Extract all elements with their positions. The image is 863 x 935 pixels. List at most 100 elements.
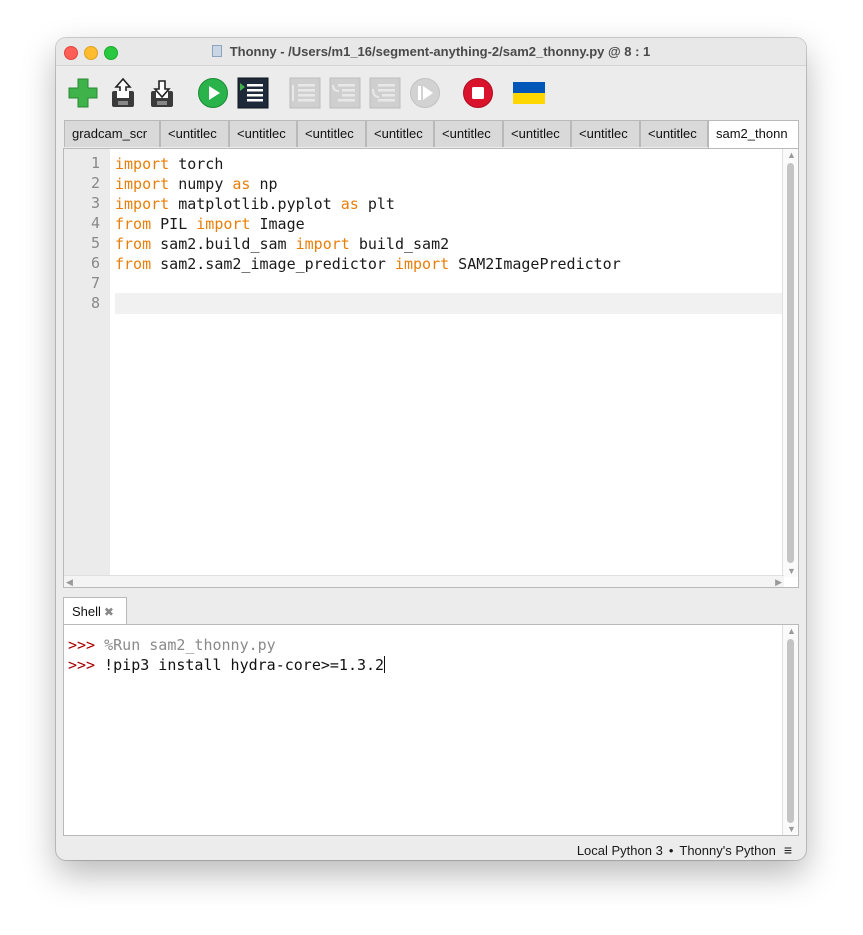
- code-token: sam2.build_sam: [151, 235, 296, 253]
- line-number: 5: [90, 234, 100, 252]
- step-over-icon: [289, 77, 321, 109]
- tab-untitled[interactable]: <untitlec: [297, 120, 366, 147]
- editor-horizontal-scrollbar[interactable]: ◀ ▶: [64, 575, 784, 587]
- code-keyword: from: [115, 255, 152, 273]
- editor-scroll-thumb[interactable]: [787, 163, 794, 563]
- shell-console[interactable]: >>> %Run sam2_thonny.py >>> !pip3 instal…: [63, 624, 799, 836]
- code-keyword: from: [115, 215, 152, 233]
- editor-vertical-scrollbar[interactable]: ▲ ▼: [782, 149, 798, 577]
- code-line: import torch: [115, 154, 223, 174]
- step-into-button[interactable]: [328, 76, 362, 110]
- open-icon: [112, 77, 134, 107]
- save-file-button[interactable]: [145, 76, 179, 110]
- code-editor[interactable]: 1 2 3 4 5 6 7 8 import torch import numpy…: [63, 148, 799, 588]
- code-token: numpy: [169, 175, 233, 193]
- code-keyword: as: [232, 175, 251, 193]
- text-cursor: [384, 656, 386, 673]
- interpreter-label[interactable]: Local Python 3: [577, 843, 663, 858]
- scroll-left-arrow-icon[interactable]: ◀: [66, 577, 73, 587]
- title-bar: Thonny - /Users/m1_16/segment-anything-2…: [56, 38, 806, 66]
- code-line: import matplotlib.pyplot as plt: [115, 194, 395, 214]
- tab-untitled[interactable]: <untitlec: [503, 120, 571, 147]
- tab-untitled[interactable]: <untitlec: [160, 120, 229, 147]
- line-number: 1: [90, 154, 100, 172]
- editor-tabs: gradcam_scr <untitlec <untitlec <untitle…: [64, 120, 799, 149]
- debug-button[interactable]: [236, 76, 270, 110]
- status-bar: Local Python 3 • Thonny's Python ≡: [577, 842, 792, 858]
- code-token: torch: [169, 155, 224, 173]
- line-number: 7: [90, 274, 100, 292]
- tab-gradcam[interactable]: gradcam_scr: [64, 120, 160, 147]
- line-number-gutter: 1 2 3 4 5 6 7 8: [64, 149, 110, 577]
- new-file-button[interactable]: [66, 76, 100, 110]
- save-icon: [151, 80, 173, 107]
- tab-untitled[interactable]: <untitlec: [434, 120, 503, 147]
- shell-line: >>> !pip3 install hydra-core>=1.3.2: [68, 655, 386, 675]
- line-number: 6: [90, 254, 100, 272]
- status-separator: •: [668, 843, 674, 858]
- toolbar: [56, 66, 806, 118]
- code-keyword: import: [115, 195, 170, 213]
- play-icon: [198, 78, 228, 108]
- code-token: sam2.sam2_image_predictor: [151, 255, 395, 273]
- step-out-icon: [369, 77, 401, 109]
- line-number: 8: [90, 294, 100, 312]
- tab-untitled[interactable]: <untitlec: [640, 120, 708, 147]
- code-token: PIL: [151, 215, 197, 233]
- code-keyword: import: [196, 215, 251, 233]
- tab-sam2-thonny[interactable]: sam2_thonn: [708, 120, 799, 149]
- scroll-right-arrow-icon[interactable]: ▶: [775, 577, 782, 587]
- code-keyword: as: [340, 195, 359, 213]
- code-keyword: import: [115, 155, 170, 173]
- document-icon: [211, 45, 222, 57]
- tab-untitled[interactable]: <untitlec: [571, 120, 640, 147]
- code-token: np: [250, 175, 278, 193]
- shell-scroll-thumb[interactable]: [787, 639, 794, 823]
- line-number: 2: [90, 174, 100, 192]
- code-keyword: import: [295, 235, 350, 253]
- code-token: Image: [250, 215, 305, 233]
- code-token: plt: [358, 195, 395, 213]
- step-over-button[interactable]: [288, 76, 322, 110]
- code-line: import numpy as np: [115, 174, 278, 194]
- code-line: from sam2.build_sam import build_sam2: [115, 234, 449, 254]
- ukraine-flag-icon: [513, 82, 545, 104]
- current-line-highlight: [115, 293, 783, 314]
- shell-run-command: %Run sam2_thonny.py: [104, 636, 276, 654]
- step-out-button[interactable]: [368, 76, 402, 110]
- code-line: from PIL import Image: [115, 214, 305, 234]
- code-token: matplotlib.pyplot: [169, 195, 341, 213]
- shell-prompt: >>>: [68, 636, 96, 654]
- code-token: SAM2ImagePredictor: [449, 255, 621, 273]
- stop-button[interactable]: [461, 76, 495, 110]
- shell-input[interactable]: !pip3 install hydra-core>=1.3.2: [104, 656, 384, 674]
- hamburger-menu-icon[interactable]: ≡: [784, 842, 792, 858]
- debug-icon: [237, 77, 269, 109]
- code-keyword: import: [115, 175, 170, 193]
- resume-button[interactable]: [408, 76, 442, 110]
- scroll-down-arrow-icon[interactable]: ▼: [787, 824, 796, 834]
- scroll-up-arrow-icon[interactable]: ▲: [787, 626, 796, 636]
- step-into-icon: [329, 77, 361, 109]
- scroll-down-arrow-icon[interactable]: ▼: [787, 566, 796, 576]
- code-token: build_sam2: [349, 235, 450, 253]
- code-keyword: from: [115, 235, 152, 253]
- code-line: from sam2.sam2_image_predictor import SA…: [115, 254, 621, 274]
- line-number: 3: [90, 194, 100, 212]
- run-button[interactable]: [196, 76, 230, 110]
- window-title: Thonny - /Users/m1_16/segment-anything-2…: [56, 44, 806, 59]
- shell-vertical-scrollbar[interactable]: ▲ ▼: [782, 625, 798, 835]
- stop-icon: [463, 78, 493, 108]
- scroll-up-arrow-icon[interactable]: ▲: [787, 150, 796, 160]
- tab-shell[interactable]: Shell ✖: [63, 597, 127, 625]
- tab-untitled[interactable]: <untitlec: [229, 120, 297, 147]
- open-file-button[interactable]: [106, 76, 140, 110]
- tab-untitled[interactable]: <untitlec: [366, 120, 434, 147]
- shell-line: >>> %Run sam2_thonny.py: [68, 635, 276, 655]
- plus-icon: [68, 78, 98, 108]
- code-keyword: import: [394, 255, 450, 273]
- line-number: 4: [90, 214, 100, 232]
- support-ukraine-button[interactable]: [512, 76, 546, 110]
- environment-label[interactable]: Thonny's Python: [679, 843, 775, 858]
- close-icon[interactable]: ✖: [104, 605, 114, 619]
